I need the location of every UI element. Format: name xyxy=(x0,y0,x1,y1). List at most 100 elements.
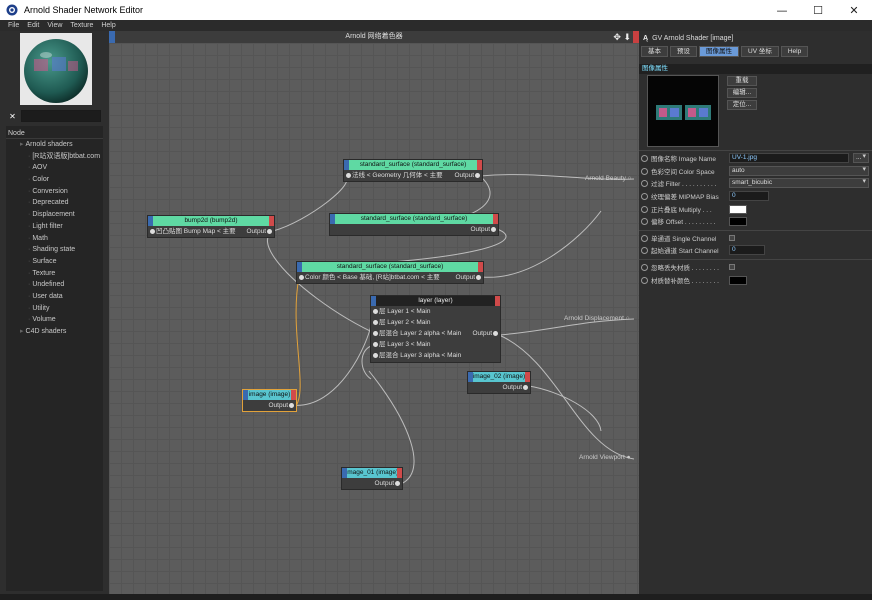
tree-item[interactable]: · Utility xyxy=(6,303,103,315)
offset-color-swatch[interactable] xyxy=(729,216,747,226)
node-port[interactable]: 凹凸贴图 Bump Map < 主要 Output xyxy=(148,226,274,237)
node-standard-surface-2[interactable]: standard_surface (standard_surface) Outp… xyxy=(329,213,499,236)
tree-item[interactable]: · Texture xyxy=(6,268,103,280)
single-channel-checkbox[interactable] xyxy=(729,235,735,241)
window-title: Arnold Shader Network Editor xyxy=(24,5,144,15)
tree-bullet-icon: · xyxy=(28,246,31,254)
close-button[interactable]: ✕ xyxy=(836,0,872,20)
tree-item-label: User data xyxy=(32,292,63,300)
arnold-a-icon: Ą xyxy=(643,34,649,42)
material-preview xyxy=(20,33,92,105)
browse-button[interactable]: ... xyxy=(853,153,869,163)
node-port[interactable]: 层 Layer 1 < Main xyxy=(371,306,500,317)
node-standard-surface-3[interactable]: standard_surface (standard_surface) Colo… xyxy=(296,261,484,284)
tree-item[interactable]: · Deprecated xyxy=(6,197,103,209)
tree-item-label: Arnold shaders xyxy=(25,141,73,148)
section-title: 图像属性 xyxy=(639,64,872,74)
node-browser-panel: ✕ Node ▸ Arnold shaders · [R站双语版]btbat.com ·… xyxy=(6,31,106,594)
tree-item[interactable]: · Undefined xyxy=(6,279,103,291)
node-port[interactable]: Color 颜色 < Base 基础, [R站]btbat.com < 主要 Ou… xyxy=(297,272,483,283)
tree-item[interactable]: · [R站双语版]btbat.com xyxy=(6,151,103,163)
prop-single-channel: 单通道 Single Channel xyxy=(639,232,872,244)
menu-edit[interactable]: Edit xyxy=(27,22,39,29)
tree-bullet-icon: · xyxy=(28,187,31,195)
node-layer[interactable]: layer (layer) 层 Layer 1 < Main 层 Layer 2… xyxy=(370,295,501,363)
locate-button[interactable]: 定位... xyxy=(727,100,757,110)
menu-help[interactable]: Help xyxy=(101,22,115,29)
tab-help[interactable]: Help xyxy=(780,46,809,57)
tree-bullet-icon: · xyxy=(28,199,31,207)
tab-uv-coords[interactable]: UV 坐标 xyxy=(741,46,779,57)
color-space-select[interactable]: auto xyxy=(729,166,869,176)
attributes-title: GV Arnold Shader [image] xyxy=(652,34,734,42)
tree-item[interactable]: ▸ C4D shaders xyxy=(6,326,103,338)
prop-image-name: 图像名称 Image Name UV-1.jpg ... xyxy=(639,152,872,164)
tree-item[interactable]: · Shading state xyxy=(6,244,103,256)
multiply-color-swatch[interactable] xyxy=(729,204,747,214)
tab-basic[interactable]: 基本 xyxy=(641,46,668,57)
node-image-02[interactable]: image_02 (image) Output xyxy=(467,371,531,394)
node-port[interactable]: Output xyxy=(468,382,530,393)
tree-bullet-icon: · xyxy=(28,281,31,289)
tree-item[interactable]: · Displacement xyxy=(6,209,103,221)
node-search-row: ✕ xyxy=(8,109,104,123)
arnold-beauty-output[interactable]: Arnold Beauty ○ xyxy=(585,175,632,182)
edit-button[interactable]: 编辑... xyxy=(727,88,757,98)
mipmap-bias-input[interactable]: 0 xyxy=(729,191,769,201)
reload-button[interactable]: 重载 xyxy=(727,76,757,86)
tree-item[interactable]: · AOV xyxy=(6,162,103,174)
tree-item-label: Deprecated xyxy=(32,199,69,207)
tree-header: Node xyxy=(6,128,103,139)
menu-view[interactable]: View xyxy=(47,22,62,29)
start-channel-input[interactable]: 0 xyxy=(729,245,765,255)
image-name-input[interactable]: UV-1.jpg xyxy=(729,153,849,163)
menu-texture[interactable]: Texture xyxy=(70,22,93,29)
node-port[interactable]: Output xyxy=(342,478,402,489)
tree-item[interactable]: · Volume xyxy=(6,314,103,326)
attributes-header: Ą GV Arnold Shader [image] xyxy=(639,31,872,45)
tree-item-label: Utility xyxy=(32,304,50,312)
tab-image-attributes[interactable]: 图像属性 xyxy=(699,46,739,57)
node-port[interactable]: 法线 < Geometry 几何体 < 主要 Output xyxy=(344,170,482,181)
app-window: Arnold Shader Network Editor — ☐ ✕ File … xyxy=(0,0,872,600)
tree-bullet-icon: · xyxy=(28,316,31,324)
missing-color-swatch[interactable] xyxy=(729,275,747,285)
prop-multiply: 正片叠底 Multiply . . . xyxy=(639,203,872,215)
minimize-button[interactable]: — xyxy=(764,0,800,20)
node-image[interactable]: image (image) Output xyxy=(242,389,297,412)
node-port[interactable]: Output xyxy=(243,400,296,411)
node-port[interactable]: 层混合 Layer 3 alpha < Main xyxy=(371,350,500,361)
node-standard-surface-1[interactable]: standard_surface (standard_surface) 法线 <… xyxy=(343,159,483,182)
maximize-button[interactable]: ☐ xyxy=(800,0,836,20)
ignore-missing-checkbox[interactable] xyxy=(729,264,735,270)
menu-bar: File Edit View Texture Help xyxy=(0,20,872,31)
tree-item[interactable]: · User data xyxy=(6,291,103,303)
node-search-input[interactable] xyxy=(21,110,101,122)
arnold-viewport-output[interactable]: Arnold Viewport ● xyxy=(579,454,631,461)
arnold-displacement-output[interactable]: Arnold Displacement ○ xyxy=(564,315,630,322)
tree-item[interactable]: · Surface xyxy=(6,256,103,268)
node-port[interactable]: Output xyxy=(330,224,498,235)
keyframe-radio[interactable] xyxy=(641,154,648,162)
prop-filter: 过滤 Filter . . . . . . . . . . smart_bicu… xyxy=(639,177,872,189)
tree-item[interactable]: · Color xyxy=(6,174,103,186)
tree-item[interactable]: ▸ Arnold shaders xyxy=(6,139,103,151)
tree-bullet-icon: · xyxy=(28,292,31,300)
clear-search-icon[interactable]: ✕ xyxy=(8,112,17,121)
node-port[interactable]: 层混合 Layer 2 alpha < Main Output xyxy=(371,328,500,339)
node-title: layer (layer) xyxy=(371,296,500,306)
tree-item[interactable]: · Conversion xyxy=(6,186,103,198)
attribute-tabs: 基本 预设 图像属性 UV 坐标 Help xyxy=(639,46,872,58)
expand-arrow-icon: ▸ xyxy=(20,141,24,148)
menu-file[interactable]: File xyxy=(8,22,19,29)
node-port[interactable]: 层 Layer 3 < Main xyxy=(371,339,500,350)
tree-item-label: Texture xyxy=(32,269,56,277)
filter-select[interactable]: smart_bicubic xyxy=(729,178,869,188)
tree-item[interactable]: · Light filter xyxy=(6,221,103,233)
node-canvas[interactable]: Arnold 网络着色器 ✥ ⬇ Arnold Beauty ○ Arnold … xyxy=(109,31,639,594)
tab-presets[interactable]: 预设 xyxy=(670,46,697,57)
node-bump2d[interactable]: bump2d (bump2d) 凹凸贴图 Bump Map < 主要 Output xyxy=(147,215,275,238)
node-port[interactable]: 层 Layer 2 < Main xyxy=(371,317,500,328)
tree-item[interactable]: · Math xyxy=(6,233,103,245)
node-image-01[interactable]: image_01 (image) Output xyxy=(341,467,403,490)
